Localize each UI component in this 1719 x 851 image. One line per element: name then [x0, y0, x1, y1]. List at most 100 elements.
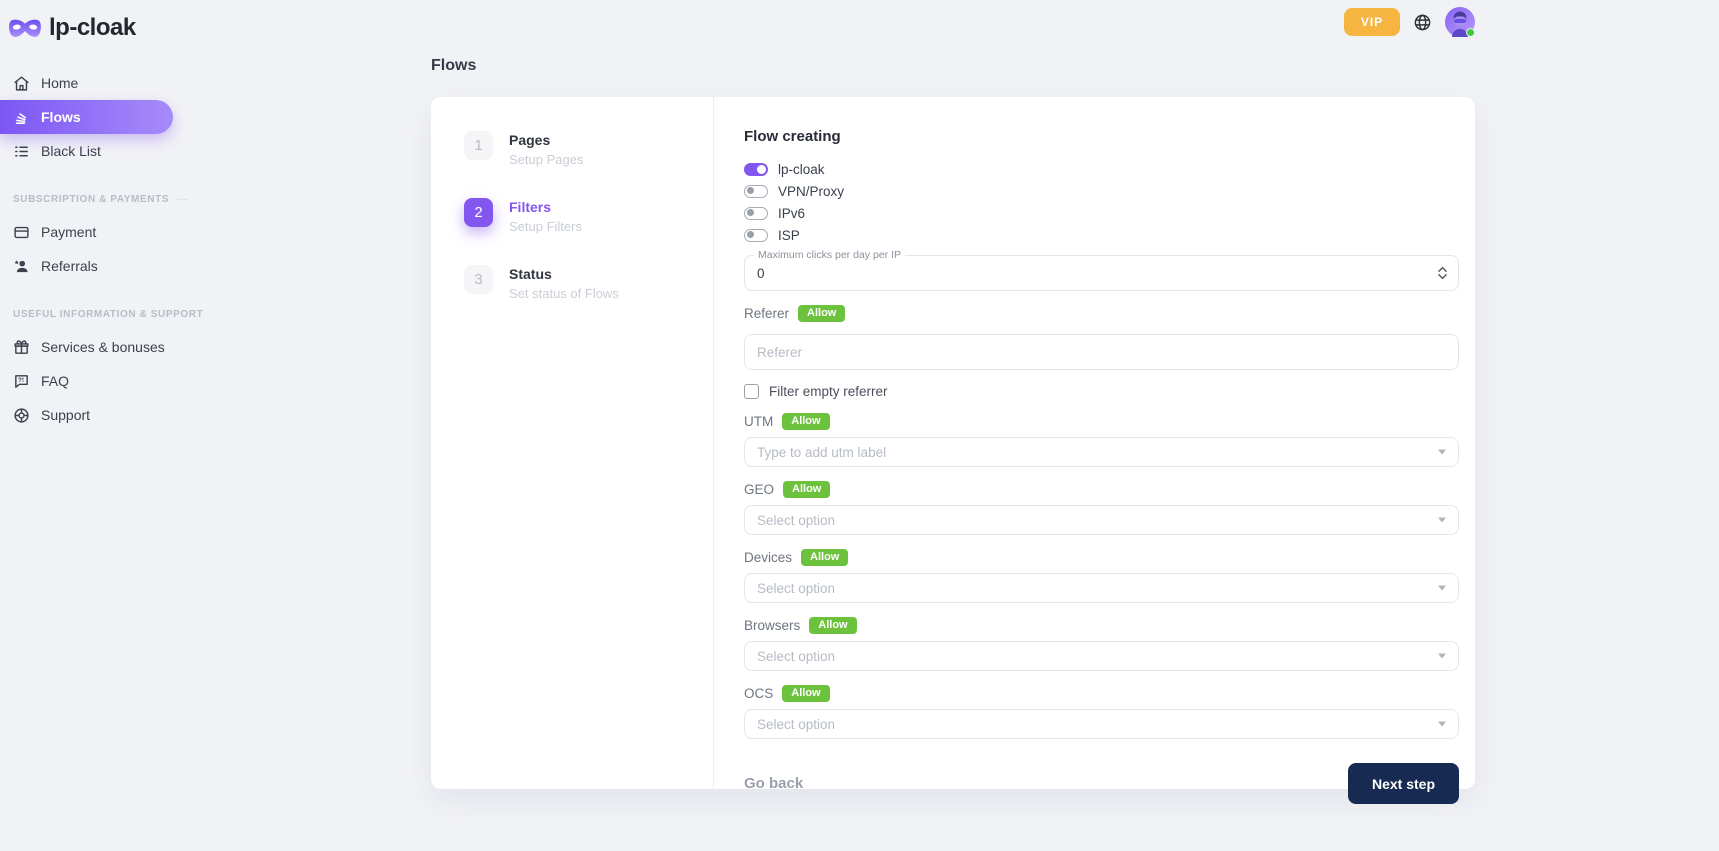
- geo-label-row: GEO Allow: [744, 481, 1459, 498]
- step-subtitle: Set status of Flows: [509, 286, 619, 301]
- browsers-allow-badge[interactable]: Allow: [809, 617, 856, 634]
- max-clicks-input[interactable]: [745, 256, 1458, 290]
- geo-allow-badge[interactable]: Allow: [783, 481, 830, 498]
- toggle-row-ipv6[interactable]: IPv6: [744, 202, 1459, 224]
- sidebar-item-faq[interactable]: ?! FAQ: [0, 364, 200, 398]
- step-title: Status: [509, 265, 619, 282]
- browsers-select[interactable]: Select option: [744, 641, 1459, 671]
- caret-down-icon: [1438, 450, 1446, 455]
- lp-cloak-toggle[interactable]: [744, 163, 768, 176]
- toggle-row-vpn-proxy[interactable]: VPN/Proxy: [744, 180, 1459, 202]
- vpn-proxy-toggle[interactable]: [744, 185, 768, 198]
- header-actions: VIP: [1344, 7, 1475, 37]
- lifebuoy-icon: [13, 407, 30, 424]
- filter-empty-referrer-checkbox[interactable]: [744, 384, 759, 399]
- sidebar-item-label: Flows: [41, 109, 81, 125]
- step-pages[interactable]: 1 Pages Setup Pages: [464, 131, 713, 167]
- next-step-button[interactable]: Next step: [1348, 763, 1459, 804]
- stepper: 1 Pages Setup Pages 2 Filters Setup Filt…: [431, 97, 714, 789]
- page-title: Flows: [431, 57, 1475, 75]
- app-logo[interactable]: lp-cloak: [0, 0, 200, 42]
- sidebar-item-label: Services & bonuses: [41, 339, 165, 355]
- main-content: Flows 1 Pages Setup Pages 2 Filters Setu…: [431, 57, 1475, 789]
- user-avatar[interactable]: [1445, 7, 1475, 37]
- step-number: 1: [464, 131, 493, 160]
- step-title: Filters: [509, 198, 582, 215]
- max-clicks-field: Maximum clicks per day per IP: [744, 255, 1459, 291]
- referer-label: Referer: [744, 306, 789, 321]
- step-title: Pages: [509, 131, 583, 148]
- checkbox-label: Filter empty referrer: [769, 384, 888, 399]
- sidebar-item-support[interactable]: Support: [0, 398, 200, 432]
- browsers-placeholder: Select option: [757, 649, 835, 664]
- online-status-dot: [1466, 28, 1475, 37]
- ocs-select[interactable]: Select option: [744, 709, 1459, 739]
- vip-button[interactable]: VIP: [1344, 8, 1400, 36]
- isp-toggle[interactable]: [744, 229, 768, 242]
- sidebar-item-label: Payment: [41, 224, 96, 240]
- step-filters[interactable]: 2 Filters Setup Filters: [464, 198, 713, 234]
- sidebar-item-label: Black List: [41, 143, 101, 159]
- referer-input[interactable]: [744, 334, 1459, 370]
- max-clicks-label: Maximum clicks per day per IP: [754, 249, 905, 261]
- filter-empty-referrer-row[interactable]: Filter empty referrer: [744, 384, 1459, 399]
- sidebar-item-black-list[interactable]: Black List: [0, 134, 200, 168]
- browsers-label: Browsers: [744, 618, 800, 633]
- caret-down-icon: [1438, 722, 1446, 727]
- sidebar-item-referrals[interactable]: Referrals: [0, 249, 200, 283]
- utm-input[interactable]: Type to add utm label: [744, 437, 1459, 467]
- utm-allow-badge[interactable]: Allow: [782, 413, 829, 430]
- toggle-row-isp[interactable]: ISP: [744, 224, 1459, 246]
- sidebar-nav: Home Flows Black List Subscription & pay…: [0, 66, 200, 432]
- flow-form: Flow creating lp-cloak VPN/Proxy IPv6 IS…: [714, 97, 1475, 789]
- sidebar-item-home[interactable]: Home: [0, 66, 200, 100]
- bullet-list-icon: [13, 143, 30, 160]
- devices-placeholder: Select option: [757, 581, 835, 596]
- geo-select[interactable]: Select option: [744, 505, 1459, 535]
- sidebar-item-label: Home: [41, 75, 78, 91]
- caret-down-icon: [1438, 518, 1446, 523]
- svg-text:?!: ?!: [18, 377, 24, 384]
- step-number: 3: [464, 265, 493, 294]
- flows-icon: [13, 109, 30, 126]
- devices-allow-badge[interactable]: Allow: [801, 549, 848, 566]
- globe-icon[interactable]: [1413, 13, 1432, 32]
- toggle-label: IPv6: [778, 206, 805, 221]
- form-title: Flow creating: [744, 128, 1459, 145]
- flow-card: 1 Pages Setup Pages 2 Filters Setup Filt…: [431, 97, 1475, 789]
- sidebar-item-payment[interactable]: Payment: [0, 215, 200, 249]
- sidebar-item-services-bonuses[interactable]: Services & bonuses: [0, 330, 200, 364]
- ocs-label: OCS: [744, 686, 773, 701]
- utm-label: UTM: [744, 414, 773, 429]
- caret-down-icon: [1438, 586, 1446, 591]
- step-subtitle: Setup Pages: [509, 152, 583, 167]
- geo-label: GEO: [744, 482, 774, 497]
- geo-placeholder: Select option: [757, 513, 835, 528]
- ocs-allow-badge[interactable]: Allow: [782, 685, 829, 702]
- step-subtitle: Setup Filters: [509, 219, 582, 234]
- app-title: lp-cloak: [49, 14, 136, 42]
- toggle-label: lp-cloak: [778, 162, 825, 177]
- toggle-label: ISP: [778, 228, 800, 243]
- sidebar-section-support: Useful information & support: [0, 309, 188, 320]
- referer-allow-badge[interactable]: Allow: [798, 305, 845, 322]
- number-stepper-icon[interactable]: [1438, 267, 1447, 280]
- credit-card-icon: [13, 224, 30, 241]
- mask-logo-icon: [8, 16, 42, 41]
- devices-label-row: Devices Allow: [744, 549, 1459, 566]
- step-status[interactable]: 3 Status Set status of Flows: [464, 265, 713, 301]
- utm-placeholder: Type to add utm label: [757, 445, 886, 460]
- go-back-button[interactable]: Go back: [744, 775, 803, 792]
- sidebar-section-subscription: Subscription & payments: [0, 194, 188, 205]
- devices-select[interactable]: Select option: [744, 573, 1459, 603]
- devices-label: Devices: [744, 550, 792, 565]
- ipv6-toggle[interactable]: [744, 207, 768, 220]
- toggle-label: VPN/Proxy: [778, 184, 844, 199]
- caret-down-icon: [1438, 654, 1446, 659]
- sidebar-item-label: FAQ: [41, 373, 69, 389]
- referral-user-icon: [13, 258, 30, 275]
- toggle-row-lp-cloak[interactable]: lp-cloak: [744, 158, 1459, 180]
- home-icon: [13, 75, 30, 92]
- ocs-label-row: OCS Allow: [744, 685, 1459, 702]
- sidebar-item-flows[interactable]: Flows: [0, 100, 173, 134]
